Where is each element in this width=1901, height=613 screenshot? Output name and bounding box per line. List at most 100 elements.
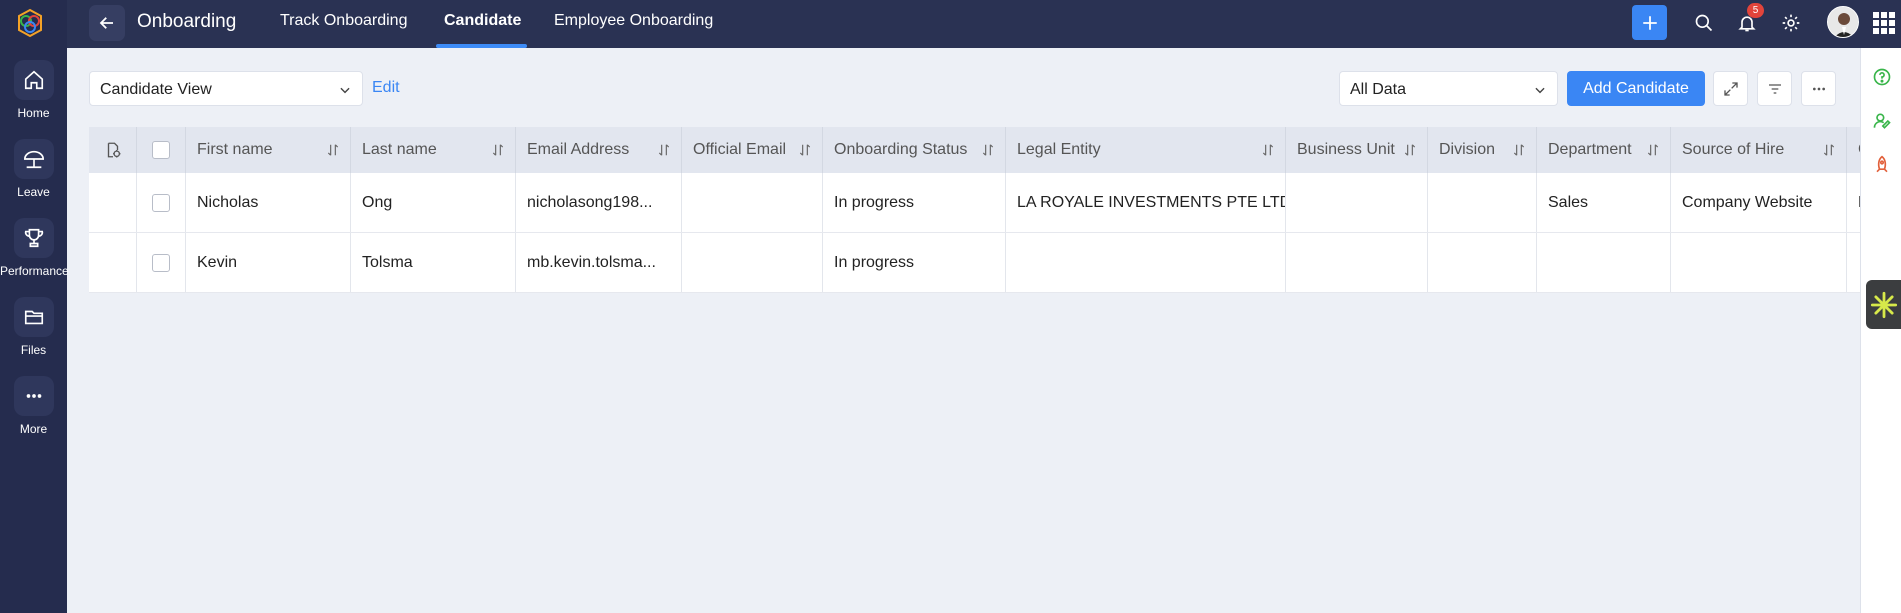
data-select-value: All Data [1350,81,1407,98]
cell-first-name[interactable]: Nicholas [186,173,351,232]
row-checkbox[interactable] [152,193,170,212]
sidebar-item-label: Leave [17,185,50,199]
column-label: G [1858,141,1860,159]
rocket-icon[interactable] [1871,154,1893,176]
table-row[interactable]: Nicholas Ong nicholasong198... In progre… [89,173,1860,233]
user-edit-icon[interactable] [1871,110,1893,132]
column-settings-icon [107,142,120,158]
search-icon[interactable] [1692,11,1716,35]
tab-employee-onboarding[interactable]: Employee Onboarding [554,12,713,30]
column-label: Last name [362,141,437,158]
cell-legal-entity[interactable] [1006,233,1286,292]
cell-email-address[interactable]: nicholasong198... [516,173,682,232]
asterisk-icon [1870,291,1897,318]
sort-icon[interactable] [1646,143,1660,157]
add-candidate-button[interactable]: Add Candidate [1567,71,1705,106]
back-button[interactable] [89,5,125,41]
column-header-g[interactable]: G [1847,127,1860,173]
column-label: Source of Hire [1682,141,1785,158]
column-label: Business Unit [1297,141,1395,158]
row-select-cell[interactable] [137,233,186,292]
cell-division[interactable] [1428,173,1537,232]
zia-assistant-tab[interactable] [1866,280,1901,329]
column-header-email-address[interactable]: Email Address [516,127,682,173]
expand-button[interactable] [1713,71,1748,106]
cell-division[interactable] [1428,233,1537,292]
apps-grid-icon[interactable] [1873,12,1895,34]
tab-track-onboarding[interactable]: Track Onboarding [280,12,407,30]
column-header-business-unit[interactable]: Business Unit [1286,127,1428,173]
column-label: Onboarding Status [834,141,968,158]
filter-icon [1768,83,1781,94]
cell-department[interactable]: Sales [1537,173,1671,232]
sort-icon[interactable] [1261,143,1275,157]
column-header-source-of-hire[interactable]: Source of Hire [1671,127,1847,173]
sort-icon[interactable] [1512,143,1526,157]
view-select[interactable]: Candidate View [89,71,363,106]
sort-icon[interactable] [326,143,340,157]
folder-icon [13,297,54,337]
cell-source-of-hire[interactable]: Company Website [1671,173,1847,232]
cell-email-address[interactable]: mb.kevin.tolsma... [516,233,682,292]
gear-icon[interactable] [1779,11,1803,35]
column-settings-cell[interactable] [89,127,137,173]
chevron-down-icon [1535,87,1545,94]
column-header-legal-entity[interactable]: Legal Entity [1006,127,1286,173]
column-header-division[interactable]: Division [1428,127,1537,173]
column-header-onboarding-status[interactable]: Onboarding Status [823,127,1006,173]
sort-icon[interactable] [491,143,505,157]
cell-onboarding-status[interactable]: In progress [823,173,1006,232]
tab-candidate[interactable]: Candidate [444,12,521,30]
cell-business-unit[interactable] [1286,233,1428,292]
sort-icon[interactable] [981,143,995,157]
more-dots-icon [1812,87,1825,90]
help-icon[interactable] [1871,66,1893,88]
row-checkbox[interactable] [152,253,170,272]
cell-g[interactable]: M [1847,173,1860,232]
cell-business-unit[interactable] [1286,173,1428,232]
sort-icon[interactable] [1403,143,1417,157]
more-options-button[interactable] [1801,71,1836,106]
sort-icon[interactable] [798,143,812,157]
top-bar: Onboarding Track Onboarding Candidate Em… [67,0,1901,48]
column-header-last-name[interactable]: Last name [351,127,516,173]
column-label: Legal Entity [1017,141,1101,158]
app-logo[interactable] [15,8,45,38]
cell-onboarding-status[interactable]: In progress [823,233,1006,292]
cell-g[interactable] [1847,233,1860,292]
sort-icon[interactable] [1822,143,1836,157]
quick-add-button[interactable] [1632,5,1667,40]
sidebar-item-performance[interactable]: Performance [0,218,69,278]
edit-view-link[interactable]: Edit [372,79,400,97]
umbrella-icon [13,139,54,179]
cell-official-email[interactable] [682,233,823,292]
expand-icon [1723,81,1738,96]
row-select-cell[interactable] [137,173,186,232]
cell-last-name[interactable]: Tolsma [351,233,516,292]
plus-icon [1642,15,1657,30]
select-all-cell[interactable] [137,127,186,173]
filter-button[interactable] [1757,71,1792,106]
row-action-cell [89,233,137,292]
cell-last-name[interactable]: Ong [351,173,516,232]
select-all-checkbox[interactable] [152,141,170,159]
column-label: Email Address [527,141,630,158]
sidebar-item-more[interactable]: More [0,376,67,436]
sidebar-item-files[interactable]: Files [0,297,67,357]
cell-legal-entity[interactable]: LA ROYALE INVESTMENTS PTE LTD [1006,173,1286,232]
table-row[interactable]: Kevin Tolsma mb.kevin.tolsma... In progr… [89,233,1860,293]
cell-official-email[interactable] [682,173,823,232]
column-header-first-name[interactable]: First name [186,127,351,173]
data-filter-select[interactable]: All Data [1339,71,1558,106]
trophy-icon [13,218,54,258]
cell-first-name[interactable]: Kevin [186,233,351,292]
cell-department[interactable] [1537,233,1671,292]
sidebar-item-leave[interactable]: Leave [0,139,67,199]
cell-source-of-hire[interactable] [1671,233,1847,292]
notification-badge: 5 [1747,3,1764,18]
sidebar-item-home[interactable]: Home [0,60,67,120]
avatar[interactable] [1827,6,1859,38]
column-header-official-email[interactable]: Official Email [682,127,823,173]
sort-icon[interactable] [657,143,671,157]
column-header-department[interactable]: Department [1537,127,1671,173]
